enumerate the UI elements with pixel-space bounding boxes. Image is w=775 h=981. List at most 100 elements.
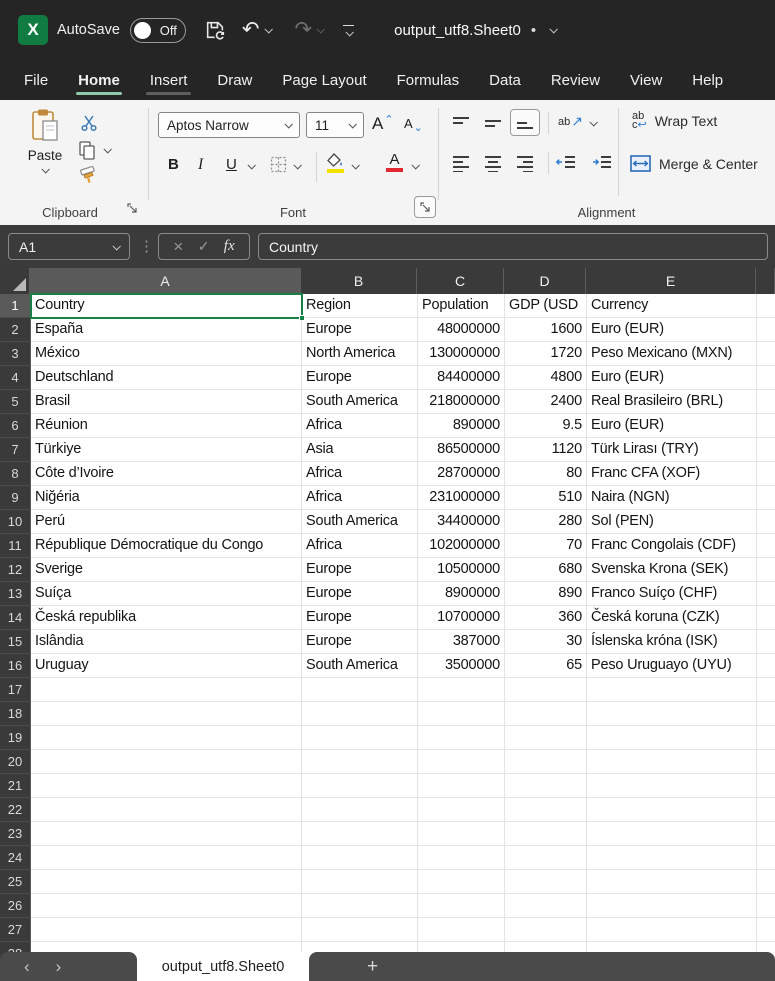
cell-F2[interactable] [757, 318, 775, 342]
cell-B9[interactable]: Africa [302, 486, 418, 510]
column-header-B[interactable]: B [301, 268, 417, 294]
row-header-24[interactable]: 24 [0, 846, 31, 870]
name-box[interactable]: A1 [8, 233, 130, 260]
borders-dropdown-icon[interactable] [294, 163, 300, 169]
font-name-select[interactable]: Aptos Narrow [158, 112, 300, 138]
row-header-11[interactable]: 11 [0, 534, 31, 558]
cell-D18[interactable] [505, 702, 587, 726]
next-sheet-icon[interactable]: › [56, 957, 62, 977]
row-header-6[interactable]: 6 [0, 414, 31, 438]
cell-A24[interactable] [31, 846, 302, 870]
cell-B18[interactable] [302, 702, 418, 726]
align-left-button[interactable] [452, 154, 470, 172]
cell-E2[interactable]: Euro (EUR) [587, 318, 757, 342]
copy-icon[interactable] [78, 140, 96, 160]
cell-E18[interactable] [587, 702, 757, 726]
cell-F19[interactable] [757, 726, 775, 750]
cell-D3[interactable]: 1720 [505, 342, 587, 366]
cell-A21[interactable] [31, 774, 302, 798]
font-color-dropdown-icon[interactable] [412, 163, 418, 169]
cell-D16[interactable]: 65 [505, 654, 587, 678]
cell-B8[interactable]: Africa [302, 462, 418, 486]
cell-F10[interactable] [757, 510, 775, 534]
active-sheet-tab[interactable]: output_utf8.Sheet0 [137, 952, 309, 981]
cell-D1[interactable]: GDP (USD [505, 294, 587, 318]
align-middle-button[interactable] [484, 114, 502, 132]
cell-F7[interactable] [757, 438, 775, 462]
cell-D21[interactable] [505, 774, 587, 798]
add-sheet-button[interactable]: + [367, 957, 378, 976]
cell-B10[interactable]: South America [302, 510, 418, 534]
cancel-icon[interactable]: × [173, 237, 183, 257]
cell-E5[interactable]: Real Brasileiro (BRL) [587, 390, 757, 414]
cell-C19[interactable] [418, 726, 505, 750]
ribbon-tab-file[interactable]: File [24, 60, 48, 100]
cell-C5[interactable]: 218000000 [418, 390, 505, 414]
cell-D6[interactable]: 9.5 [505, 414, 587, 438]
row-header-16[interactable]: 16 [0, 654, 31, 678]
cell-C24[interactable] [418, 846, 505, 870]
cell-F14[interactable] [757, 606, 775, 630]
cell-C18[interactable] [418, 702, 505, 726]
cell-C20[interactable] [418, 750, 505, 774]
cell-E3[interactable]: Peso Mexicano (MXN) [587, 342, 757, 366]
cell-E24[interactable] [587, 846, 757, 870]
cell-D20[interactable] [505, 750, 587, 774]
cell-D8[interactable]: 80 [505, 462, 587, 486]
cell-E4[interactable]: Euro (EUR) [587, 366, 757, 390]
fill-color-button[interactable] [326, 153, 345, 173]
paste-button[interactable]: Paste [16, 108, 74, 204]
cell-E21[interactable] [587, 774, 757, 798]
cell-A8[interactable]: Côte d’Ivoire [31, 462, 302, 486]
cell-B6[interactable]: Africa [302, 414, 418, 438]
italic-button[interactable]: I [198, 156, 203, 174]
cell-E20[interactable] [587, 750, 757, 774]
cell-E19[interactable] [587, 726, 757, 750]
cell-B20[interactable] [302, 750, 418, 774]
cell-D11[interactable]: 70 [505, 534, 587, 558]
cell-E7[interactable]: Türk Lirası (TRY) [587, 438, 757, 462]
align-bottom-button[interactable] [510, 109, 540, 136]
cell-A10[interactable]: Perú [31, 510, 302, 534]
cell-C7[interactable]: 86500000 [418, 438, 505, 462]
cell-D2[interactable]: 1600 [505, 318, 587, 342]
align-top-button[interactable] [452, 114, 470, 132]
cell-D4[interactable]: 4800 [505, 366, 587, 390]
cell-C16[interactable]: 3500000 [418, 654, 505, 678]
cell-A15[interactable]: Islândia [31, 630, 302, 654]
cell-D24[interactable] [505, 846, 587, 870]
cell-B4[interactable]: Europe [302, 366, 418, 390]
row-header-13[interactable]: 13 [0, 582, 31, 606]
ribbon-tab-formulas[interactable]: Formulas [397, 60, 460, 100]
row-header-27[interactable]: 27 [0, 918, 31, 942]
cell-B27[interactable] [302, 918, 418, 942]
cell-A14[interactable]: Česká republika [31, 606, 302, 630]
cell-D5[interactable]: 2400 [505, 390, 587, 414]
cell-F21[interactable] [757, 774, 775, 798]
cell-A3[interactable]: México [31, 342, 302, 366]
row-header-15[interactable]: 15 [0, 630, 31, 654]
cell-E22[interactable] [587, 798, 757, 822]
excel-logo-icon[interactable]: X [18, 15, 48, 45]
cell-C10[interactable]: 34400000 [418, 510, 505, 534]
cell-F25[interactable] [757, 870, 775, 894]
cell-F12[interactable] [757, 558, 775, 582]
cell-A17[interactable] [31, 678, 302, 702]
wrap-text-button[interactable]: ab c↩ Wrap Text [632, 112, 717, 130]
align-center-button[interactable] [484, 154, 502, 172]
cell-A22[interactable] [31, 798, 302, 822]
cell-E25[interactable] [587, 870, 757, 894]
cell-B1[interactable]: Region [302, 294, 418, 318]
cell-D23[interactable] [505, 822, 587, 846]
undo-button[interactable]: ↶ [242, 20, 260, 40]
row-header-5[interactable]: 5 [0, 390, 31, 414]
align-right-button[interactable] [516, 154, 534, 172]
row-header-9[interactable]: 9 [0, 486, 31, 510]
cell-C11[interactable]: 102000000 [418, 534, 505, 558]
borders-icon[interactable] [270, 156, 287, 173]
cell-F18[interactable] [757, 702, 775, 726]
row-header-20[interactable]: 20 [0, 750, 31, 774]
cell-F11[interactable] [757, 534, 775, 558]
cell-D17[interactable] [505, 678, 587, 702]
cell-E1[interactable]: Currency [587, 294, 757, 318]
